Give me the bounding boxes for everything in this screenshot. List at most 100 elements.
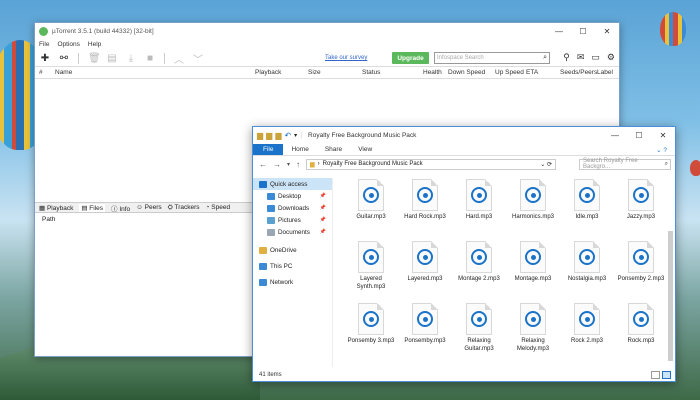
pin-icon[interactable]: 📌 xyxy=(320,217,326,223)
minimize-icon[interactable]: — xyxy=(547,23,571,39)
file-item[interactable]: Relaxing Melody.mp3 xyxy=(507,303,559,353)
nav-item-network[interactable]: Network xyxy=(253,276,332,288)
up-arrow-icon[interactable]: ↑ xyxy=(296,160,300,169)
download-icon[interactable]: ⤓ xyxy=(126,53,136,64)
file-item[interactable]: Layered.mp3 xyxy=(399,241,451,284)
forward-arrow-icon[interactable]: → xyxy=(273,160,281,169)
pin-icon[interactable]: 📌 xyxy=(320,193,326,199)
survey-link[interactable]: Take our survey xyxy=(325,55,367,61)
up-arrow-icon[interactable]: ︿ xyxy=(174,51,184,66)
nav-item-quick-access[interactable]: Quick access xyxy=(253,178,332,190)
down-arrow-icon[interactable]: ﹀ xyxy=(193,51,203,66)
utorrent-titlebar[interactable]: µTorrent 3.5.1 (build 44332) [32-bit] — … xyxy=(35,23,619,39)
col-size[interactable]: Size xyxy=(308,69,321,76)
close-icon[interactable]: ✕ xyxy=(651,127,675,144)
files-path-header[interactable]: Path xyxy=(42,216,55,223)
col-label[interactable]: Label xyxy=(597,69,613,76)
col-status[interactable]: Status xyxy=(362,69,380,76)
undo-icon[interactable]: ↶ xyxy=(284,131,291,140)
file-icon[interactable]: ▤ xyxy=(107,53,117,64)
add-icon[interactable]: ✚ xyxy=(40,53,50,64)
tab-playback[interactable]: ▦ Playback xyxy=(39,204,73,212)
explorer-titlebar[interactable]: ▆ ▆ ▆ ↶ ▾ | Royalty Free Background Musi… xyxy=(253,127,675,144)
help-icon[interactable]: ⌄ ? xyxy=(648,146,675,154)
nav-item-downloads[interactable]: Downloads 📌 xyxy=(253,202,332,214)
details-view-icon[interactable] xyxy=(651,371,660,379)
nav-item-label: OneDrive xyxy=(270,246,297,254)
ribbon-tab-share[interactable]: Share xyxy=(317,146,350,153)
file-item[interactable]: Relaxing Guitar.mp3 xyxy=(453,303,505,353)
file-item[interactable]: Rock 2.mp3 xyxy=(561,303,613,346)
file-item[interactable]: Montage 2.mp3 xyxy=(453,241,505,284)
nav-item-desktop[interactable]: Desktop 📌 xyxy=(253,190,332,202)
new-folder-icon[interactable]: ▆ xyxy=(275,131,281,140)
file-item[interactable]: Idle.mp3 xyxy=(561,179,613,222)
tab-peers[interactable]: ☺ Peers xyxy=(136,204,161,211)
search-input[interactable]: Infospace Search ⌕ xyxy=(434,52,550,64)
pin-icon[interactable]: 📌 xyxy=(320,229,326,235)
col-playback[interactable]: Playback xyxy=(255,69,281,76)
file-item[interactable]: Ponsemby.mp3 xyxy=(399,303,451,346)
back-arrow-icon[interactable]: ← xyxy=(259,160,267,169)
mp3-file-icon xyxy=(358,241,384,273)
gear-icon[interactable]: ⚙ xyxy=(607,52,615,63)
file-item[interactable]: Jazzy.mp3 xyxy=(615,179,667,222)
tab-trackers[interactable]: ⛭ Trackers xyxy=(168,204,200,212)
file-item[interactable]: Ponsemby 2.mp3 xyxy=(615,241,667,284)
link-icon[interactable]: ⚯ xyxy=(59,53,69,64)
monitor-icon[interactable]: ▭ xyxy=(591,52,600,63)
file-item[interactable]: Hard.mp3 xyxy=(453,179,505,222)
nav-item-this-pc[interactable]: This PC xyxy=(253,260,332,272)
chat-icon[interactable]: ✉ xyxy=(577,52,585,63)
address-dropdown-icon[interactable]: ⌄ ⟳ xyxy=(540,161,552,168)
col-name[interactable]: Name xyxy=(55,69,72,76)
address-field[interactable]: ▆ › Royalty Free Background Music Pack ⌄… xyxy=(306,158,557,170)
nav-item-pictures[interactable]: Pictures 📌 xyxy=(253,214,332,226)
file-item[interactable]: Ponsemby 3.mp3 xyxy=(345,303,397,346)
nav-item-onedrive[interactable]: OneDrive xyxy=(253,244,332,256)
search-input[interactable]: Search Royalty Free Backgro... ⌕ xyxy=(579,158,671,170)
col-number[interactable]: # xyxy=(39,69,43,76)
pin-icon[interactable]: 📌 xyxy=(320,205,326,211)
location-icon[interactable]: ⚲ xyxy=(563,52,570,63)
col-down-speed[interactable]: Down Speed xyxy=(448,69,485,76)
file-item[interactable]: Nostalgia.mp3 xyxy=(561,241,613,284)
file-item[interactable]: Harmonics.mp3 xyxy=(507,179,559,222)
search-icon[interactable]: ⌕ xyxy=(665,161,668,168)
file-item[interactable]: Hard Rock.mp3 xyxy=(399,179,451,222)
ribbon-tab-file[interactable]: File xyxy=(253,144,284,155)
menu-help[interactable]: Help xyxy=(88,41,101,48)
tab-files[interactable]: ▤ Files xyxy=(79,203,106,212)
col-seeds-peers[interactable]: Seeds/Peers xyxy=(560,69,597,76)
scrollbar[interactable] xyxy=(668,179,673,365)
upgrade-button[interactable]: Upgrade xyxy=(392,52,429,64)
file-item[interactable]: Guitar.mp3 xyxy=(345,179,397,222)
col-health[interactable]: Health xyxy=(423,69,442,76)
search-icon[interactable]: ⌕ xyxy=(543,54,547,62)
quick-access-properties-icon[interactable]: ▆ xyxy=(266,131,272,140)
close-icon[interactable]: ✕ xyxy=(595,23,619,39)
file-explorer-window[interactable]: ▆ ▆ ▆ ↶ ▾ | Royalty Free Background Musi… xyxy=(252,126,676,382)
delete-icon[interactable]: 🗑 xyxy=(88,53,101,64)
menu-file[interactable]: File xyxy=(39,41,49,48)
file-item[interactable]: Layered Synth.mp3 xyxy=(345,241,397,291)
col-eta[interactable]: ETA xyxy=(526,69,538,76)
maximize-icon[interactable]: ☐ xyxy=(571,23,595,39)
scrollbar-thumb[interactable] xyxy=(668,231,673,361)
minimize-icon[interactable]: — xyxy=(603,127,627,144)
col-up-speed[interactable]: Up Speed xyxy=(495,69,524,76)
chevron-down-icon[interactable]: ▾ xyxy=(294,132,297,139)
menu-options[interactable]: Options xyxy=(57,41,79,48)
recent-chevron-icon[interactable]: ▾ xyxy=(287,161,290,168)
file-item[interactable]: Montage.mp3 xyxy=(507,241,559,284)
nav-item-documents[interactable]: Documents 📌 xyxy=(253,226,332,238)
large-icons-view-icon[interactable] xyxy=(662,371,671,379)
maximize-icon[interactable]: ☐ xyxy=(627,127,651,144)
tab-info[interactable]: ⓘ Info xyxy=(111,203,130,213)
ribbon-tab-view[interactable]: View xyxy=(350,146,380,153)
stop-icon[interactable]: ■ xyxy=(145,53,155,64)
tab-speed[interactable]: ◔ Speed xyxy=(206,204,231,211)
breadcrumb[interactable]: Royalty Free Background Music Pack xyxy=(323,161,423,167)
file-item[interactable]: Rock.mp3 xyxy=(615,303,667,346)
ribbon-tab-home[interactable]: Home xyxy=(283,146,316,153)
